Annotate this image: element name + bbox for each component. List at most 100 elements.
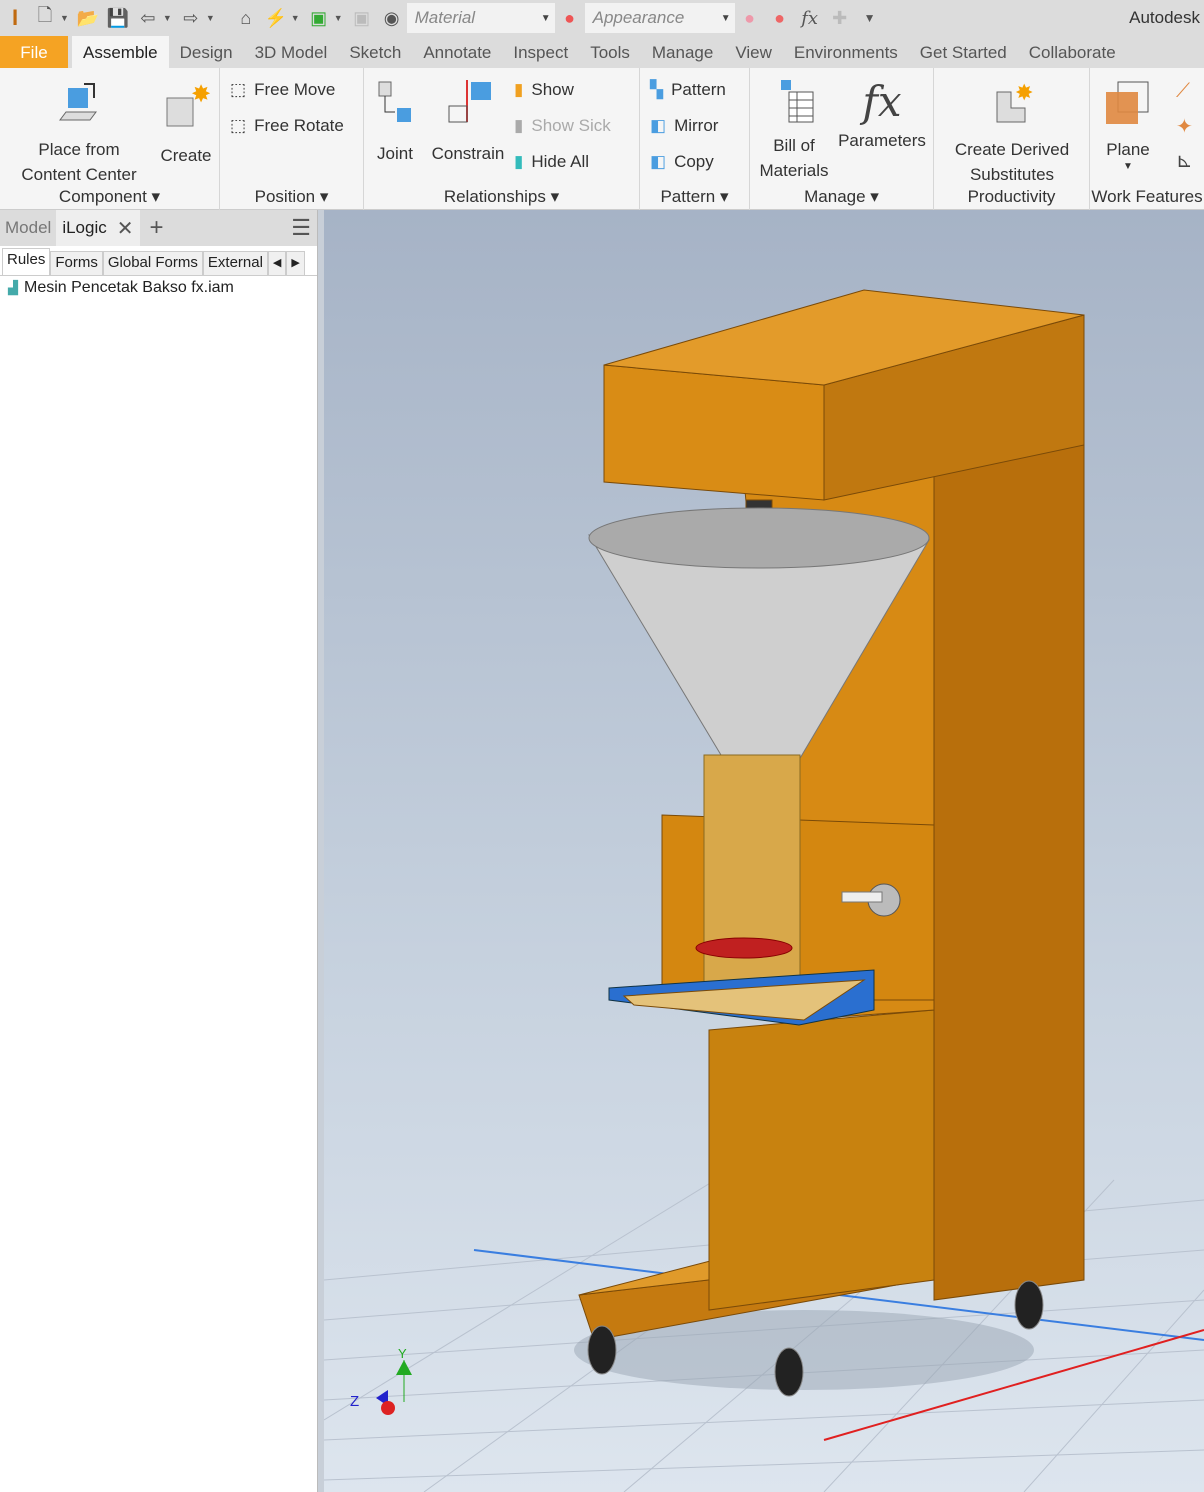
scroll-left-button[interactable]: ◀ — [267, 251, 287, 275]
joint-button[interactable]: Joint — [370, 78, 420, 166]
model-3d-view: Y Z — [324, 289, 1204, 1492]
save-icon[interactable]: 💾 — [105, 6, 131, 30]
list-item-label: Mesin Pencetak Bakso fx.iam — [24, 279, 234, 296]
free-rotate-button[interactable]: ⬚ Free Rotate — [230, 116, 344, 136]
tab-manage[interactable]: Manage — [641, 36, 724, 68]
panel-productivity: ✸ Create Derived Substitutes Productivity — [934, 68, 1090, 210]
axis-icon[interactable]: ⟋ — [1176, 80, 1190, 103]
plus-icon[interactable]: ✚ — [827, 6, 853, 30]
tab-inspect[interactable]: Inspect — [502, 36, 579, 68]
ribbon: Place from Content Center ✸ Create Compo… — [0, 68, 1204, 210]
create-component-icon: ✸ — [166, 81, 211, 127]
triad-y-label: Y — [398, 1346, 407, 1361]
plane-button[interactable]: Plane ▼ — [1098, 78, 1158, 172]
pattern-button[interactable]: ▚ Pattern — [650, 80, 726, 100]
adaptivity-icon[interactable]: ▣ — [349, 6, 375, 30]
tab-tools[interactable]: Tools — [579, 36, 641, 68]
clear-appearance-icon[interactable]: ● — [767, 6, 793, 30]
create-derived-substitutes-button[interactable]: ✸ Create Derived Substitutes — [942, 78, 1082, 187]
panel-title-manage[interactable]: Manage ▾ — [750, 184, 933, 210]
panel-work-features: Plane ▼ ⟋ ✦ ⊾ Work Features — [1090, 68, 1204, 210]
inventor-logo-icon[interactable]: I — [2, 5, 28, 30]
place-from-content-center-button[interactable]: Place from Content Center — [14, 80, 144, 187]
app-title: Autodesk — [1129, 8, 1200, 27]
tab-get-started[interactable]: Get Started — [909, 36, 1018, 68]
svg-text:✸: ✸ — [191, 81, 211, 108]
copy-button[interactable]: ◧ Copy — [650, 152, 714, 172]
mirror-button[interactable]: ◧ Mirror — [650, 116, 718, 136]
ucs-icon[interactable]: ⊾ — [1176, 148, 1193, 173]
show-sick-button[interactable]: ▮ Show Sick — [514, 116, 611, 136]
appearance-label: Appearance — [592, 8, 685, 27]
redo-icon[interactable]: ⇨ — [178, 6, 204, 30]
constrain-button[interactable]: Constrain — [426, 78, 510, 166]
panel-title-position[interactable]: Position ▾ — [220, 184, 363, 210]
free-rotate-icon: ⬚ — [230, 116, 247, 135]
tab-view[interactable]: View — [724, 36, 783, 68]
show-button[interactable]: ▮ Show — [514, 80, 574, 100]
adjust-appearance-icon[interactable]: ● — [737, 6, 763, 30]
hide-all-button[interactable]: ▮ Hide All — [514, 152, 589, 172]
undo-icon[interactable]: ⇦ — [135, 6, 161, 30]
copy-icon: ◧ — [650, 152, 667, 171]
list-item[interactable]: ▟ Mesin Pencetak Bakso fx.iam — [0, 276, 317, 300]
tab-sketch[interactable]: Sketch — [338, 36, 412, 68]
subtab-external[interactable]: External — [202, 251, 268, 275]
panel-title-component[interactable]: Component ▾ — [0, 184, 219, 210]
show-sick-icon: ▮ — [514, 116, 524, 135]
bom-icon — [781, 80, 814, 123]
subtab-rules[interactable]: Rules — [2, 248, 51, 275]
tab-design[interactable]: Design — [169, 36, 244, 68]
model-browser: Model iLogic ✕ + ☰ Rules Forms Global Fo… — [0, 210, 318, 1492]
material-label: Material — [414, 8, 476, 27]
fx-icon[interactable]: fx — [797, 6, 823, 30]
customize-icon[interactable]: ▼ — [857, 6, 883, 30]
menu-icon[interactable]: ☰ — [291, 215, 311, 241]
panel-title-productivity: Productivity — [967, 187, 1056, 206]
tab-3d-model[interactable]: 3D Model — [244, 36, 339, 68]
parameters-button[interactable]: fx Parameters — [836, 76, 928, 153]
create-component-button[interactable]: ✸ Create — [158, 80, 214, 168]
new-icon[interactable]: 🗋 — [32, 5, 58, 30]
free-move-icon: ⬚ — [230, 80, 247, 99]
machine-model — [574, 289, 1085, 1390]
close-icon[interactable]: ✕ — [117, 216, 134, 241]
open-icon[interactable]: 📂 — [75, 6, 101, 30]
tab-annotate[interactable]: Annotate — [412, 36, 502, 68]
tab-collaborate[interactable]: Collaborate — [1018, 36, 1127, 68]
constrain-icon — [448, 80, 491, 123]
tab-assemble[interactable]: Assemble — [72, 36, 169, 68]
tab-ilogic[interactable]: iLogic ✕ — [56, 210, 140, 246]
tab-file[interactable]: File — [0, 36, 68, 68]
show-icon: ▮ — [514, 80, 524, 99]
panel-position: ⬚ Free Move ⬚ Free Rotate Position ▾ — [220, 68, 364, 210]
home-icon[interactable]: ⌂ — [233, 6, 259, 30]
assembly-icon: ▟ — [8, 280, 18, 295]
material-sphere-icon: ◉ — [383, 7, 400, 28]
subtab-global-forms[interactable]: Global Forms — [102, 251, 203, 275]
graphics-viewport[interactable]: Y Z — [324, 210, 1204, 1492]
panel-title-pattern[interactable]: Pattern ▾ — [640, 184, 749, 210]
update-icon[interactable]: ⚡ — [263, 6, 289, 30]
add-tab-icon[interactable]: + — [150, 214, 164, 242]
bill-of-materials-button[interactable]: Bill of Materials — [754, 76, 834, 183]
derived-substitutes-icon: ✸ — [996, 80, 1033, 123]
panel-title-relationships[interactable]: Relationships ▾ — [364, 184, 639, 210]
label: Create — [160, 146, 212, 165]
tab-environments[interactable]: Environments — [783, 36, 909, 68]
tab-model[interactable]: Model — [0, 210, 56, 246]
panel-title-work-features: Work Features — [1091, 187, 1203, 206]
joint-icon — [378, 81, 411, 122]
appearance-dropdown[interactable]: Appearance ▼ — [584, 3, 735, 33]
free-move-button[interactable]: ⬚ Free Move — [230, 80, 335, 100]
appearance-icon: ● — [564, 7, 576, 28]
pattern-icon: ▚ — [650, 80, 664, 99]
subtab-forms[interactable]: Forms — [50, 251, 103, 275]
fx-parameters-icon: fx — [862, 77, 902, 126]
point-icon[interactable]: ✦ — [1176, 114, 1193, 139]
scroll-right-button[interactable]: ▶ — [286, 251, 305, 275]
hide-all-icon: ▮ — [514, 152, 524, 171]
svg-text:✸: ✸ — [1015, 80, 1033, 105]
select-icon[interactable]: ▣ — [306, 6, 332, 30]
material-dropdown[interactable]: Material ▼ — [406, 3, 555, 33]
